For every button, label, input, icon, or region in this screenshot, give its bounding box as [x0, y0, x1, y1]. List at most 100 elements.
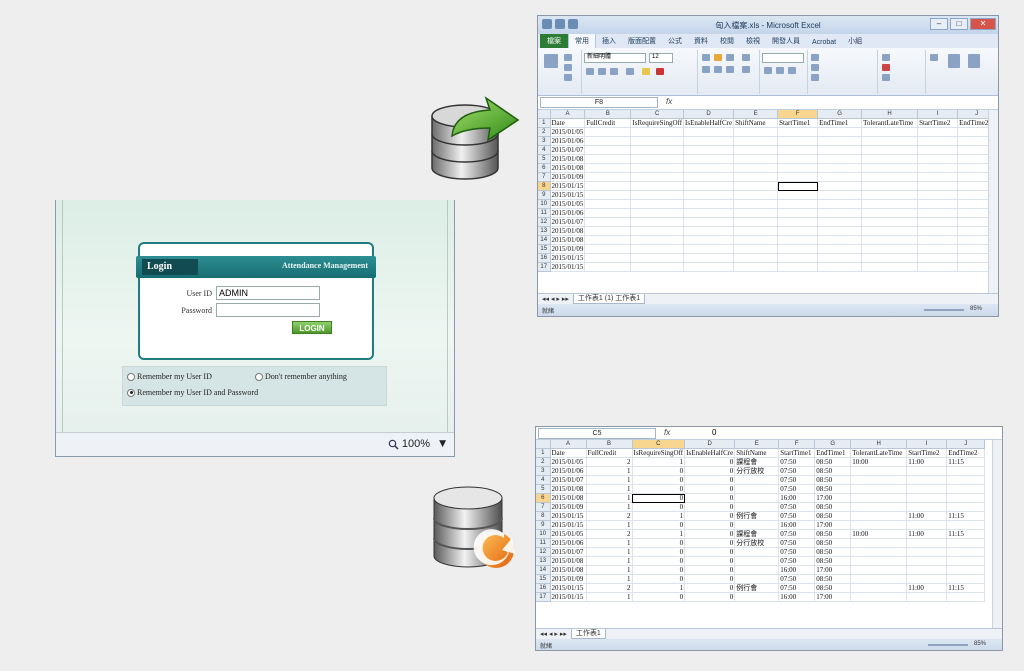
cell[interactable]	[946, 538, 986, 548]
cell[interactable]: 2015/01/08	[550, 556, 587, 566]
cell[interactable]	[917, 244, 959, 254]
cell[interactable]: 1	[586, 520, 633, 530]
cell[interactable]	[906, 502, 948, 512]
cell[interactable]: 07:50	[778, 475, 816, 485]
cell[interactable]	[777, 163, 819, 173]
merge-icon[interactable]	[742, 66, 750, 73]
cell[interactable]	[861, 190, 919, 200]
cell[interactable]	[584, 217, 632, 227]
row-header[interactable]: 9	[538, 190, 551, 200]
cell[interactable]	[777, 244, 819, 254]
cell[interactable]: IsEnableHalfCre	[683, 118, 735, 128]
cell[interactable]: 2	[586, 511, 633, 521]
cell[interactable]	[734, 592, 780, 602]
cell[interactable]: 07:50	[778, 529, 816, 539]
cell[interactable]	[733, 262, 779, 272]
zoom-slider[interactable]	[924, 309, 964, 311]
cell[interactable]	[906, 547, 948, 557]
cell[interactable]: 0	[684, 466, 736, 476]
cell[interactable]: 課程會	[734, 457, 780, 467]
cell[interactable]: FullCredit	[584, 118, 632, 128]
cell[interactable]: 2015/01/07	[550, 145, 586, 155]
cell[interactable]: 11:15	[946, 583, 986, 593]
cell[interactable]: 2015/01/08	[550, 493, 587, 503]
cell[interactable]	[584, 244, 632, 254]
cell[interactable]: 0	[632, 475, 686, 485]
cell[interactable]	[861, 199, 919, 209]
cell[interactable]: 08:50	[814, 574, 852, 584]
column-header[interactable]: G	[817, 110, 863, 119]
row-header[interactable]: 11	[536, 538, 551, 548]
cell[interactable]: StartTime2	[917, 118, 959, 128]
ribbon-tab[interactable]: 公式	[662, 34, 688, 48]
cell[interactable]: 10:00	[850, 529, 908, 539]
cell[interactable]: 11:00	[906, 457, 948, 467]
cell[interactable]: 08:50	[814, 466, 852, 476]
cell[interactable]: 1	[632, 529, 686, 539]
cell[interactable]: 1	[632, 511, 686, 521]
cell[interactable]: 0	[684, 574, 736, 584]
cell[interactable]	[683, 145, 735, 155]
cell[interactable]: 0	[684, 547, 736, 557]
cell[interactable]	[906, 592, 948, 602]
cell[interactable]	[906, 484, 948, 494]
cell[interactable]: 0	[684, 520, 736, 530]
cell[interactable]	[946, 556, 986, 566]
row-header[interactable]: 10	[538, 199, 551, 209]
format-cells-icon[interactable]	[882, 74, 890, 81]
cell[interactable]: 0	[632, 538, 686, 548]
cell[interactable]: 2015/01/09	[550, 244, 586, 254]
cell[interactable]	[917, 208, 959, 218]
row-header[interactable]: 3	[538, 136, 551, 146]
cell[interactable]: 例行會	[734, 511, 780, 521]
cell[interactable]	[946, 565, 986, 575]
cell[interactable]: 2015/01/06	[550, 136, 586, 146]
cell[interactable]	[917, 217, 959, 227]
cell[interactable]	[683, 163, 735, 173]
cell[interactable]: 2015/01/06	[550, 466, 587, 476]
cell[interactable]	[683, 199, 735, 209]
row-header[interactable]: 10	[536, 529, 551, 539]
cell[interactable]	[683, 244, 735, 254]
cell[interactable]	[906, 538, 948, 548]
row-header[interactable]: 16	[536, 583, 551, 593]
cell[interactable]: 2015/01/05	[550, 199, 586, 209]
copy-icon[interactable]	[564, 64, 572, 71]
cell[interactable]: 0	[632, 547, 686, 557]
cell[interactable]	[733, 154, 779, 164]
row-header[interactable]: 6	[538, 163, 551, 173]
cell[interactable]: 2015/01/09	[550, 172, 586, 182]
row-header[interactable]: 1	[536, 448, 551, 458]
cell[interactable]: 11:00	[906, 529, 948, 539]
cell[interactable]	[777, 208, 819, 218]
cell[interactable]: EndTime1	[817, 118, 863, 128]
cell[interactable]	[734, 475, 780, 485]
underline-icon[interactable]	[610, 68, 618, 75]
cell[interactable]: 1	[586, 592, 633, 602]
column-header[interactable]: F	[778, 440, 816, 449]
sheet-nav-icon[interactable]: ◂◂ ◂ ▸ ▸▸	[540, 630, 567, 638]
cell[interactable]	[817, 190, 863, 200]
cell[interactable]	[817, 127, 863, 137]
name-box[interactable]: F8	[540, 97, 658, 108]
row-header[interactable]: 6	[536, 493, 551, 503]
cell[interactable]	[817, 154, 863, 164]
cell[interactable]	[817, 181, 863, 191]
cell[interactable]	[733, 127, 779, 137]
cell[interactable]	[861, 172, 919, 182]
row-header[interactable]: 8	[538, 181, 551, 191]
row-header[interactable]: 17	[538, 262, 551, 272]
cell[interactable]	[734, 574, 780, 584]
number-format-select[interactable]	[762, 53, 804, 63]
column-header[interactable]: D	[684, 440, 736, 449]
cell[interactable]: 07:50	[778, 511, 816, 521]
cell[interactable]	[850, 592, 908, 602]
cell[interactable]	[630, 145, 685, 155]
column-header[interactable]: E	[733, 110, 779, 119]
format-painter-icon[interactable]	[564, 74, 572, 81]
cell[interactable]	[683, 226, 735, 236]
align-center-icon[interactable]	[714, 66, 722, 73]
cell[interactable]	[817, 163, 863, 173]
cell[interactable]	[584, 172, 632, 182]
cell[interactable]	[850, 538, 908, 548]
